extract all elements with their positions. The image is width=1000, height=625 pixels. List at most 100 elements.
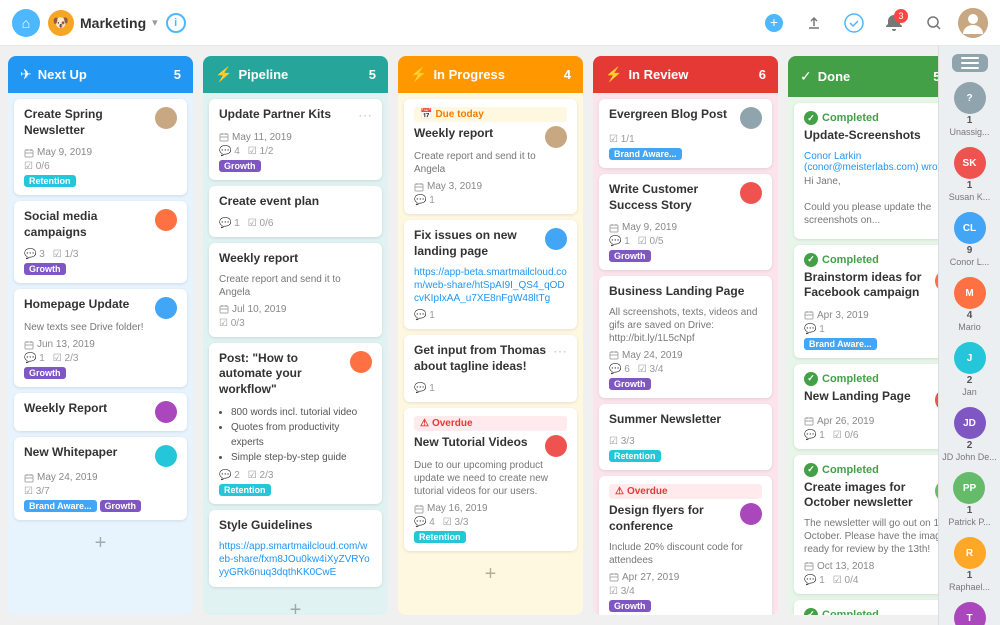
card[interactable]: Style Guidelines https://app.smartmailcl…	[209, 510, 382, 588]
tag: Growth	[609, 378, 651, 390]
sidebar-user-6[interactable]: PP 1 Patrick P...	[948, 472, 990, 527]
card-stats: 💬 1☑ 0/6	[219, 218, 372, 229]
sidebar-user-name: Susan K...	[949, 192, 991, 202]
sidebar-avatar: JD	[954, 407, 986, 439]
search-button[interactable]	[918, 7, 950, 39]
card-tags: Retention	[414, 531, 567, 543]
add-button[interactable]: +	[758, 7, 790, 39]
card[interactable]: Social media campaigns 💬 3☑ 1/3Growth	[14, 201, 187, 283]
card-meta: 💬 1	[414, 310, 567, 321]
check-stat: ☑ 3/7	[24, 486, 50, 497]
sidebar-user-5[interactable]: JD 2 JD John De...	[942, 407, 997, 462]
card-subtitle: All screenshots, texts, videos and gifs …	[609, 306, 762, 345]
project-selector[interactable]: 🐶 Marketing ▾	[48, 10, 158, 36]
card-tags: Growth	[24, 367, 177, 379]
card[interactable]: Post: "How to automate your workflow" 80…	[209, 343, 382, 504]
home-button[interactable]: ⌂	[12, 9, 40, 37]
card[interactable]: Weekly Report	[14, 393, 187, 431]
check-button[interactable]	[838, 7, 870, 39]
card-avatar	[545, 435, 567, 457]
comment-stat: 💬 1	[24, 353, 45, 364]
card-menu-dots[interactable]: ⋯	[553, 343, 567, 360]
col-add-btn-inprogress[interactable]: +	[404, 557, 577, 592]
completed-badge: ✓ Completed	[804, 372, 938, 386]
card-avatar	[155, 297, 177, 319]
check-stat: ☑ 0/6	[24, 161, 50, 172]
card-tags: Brand Aware...Growth	[24, 500, 177, 512]
sidebar-menu-button[interactable]	[952, 54, 988, 72]
card[interactable]: Update Partner Kits ⋯ May 11, 2019 💬 4☑ …	[209, 99, 382, 180]
notifications-button[interactable]: 3	[878, 7, 910, 39]
tag: Growth	[100, 500, 142, 512]
info-button[interactable]: i	[166, 13, 186, 33]
sidebar-avatar: CL	[954, 212, 986, 244]
check-stat: ☑ 0/6	[248, 218, 274, 229]
card[interactable]: Evergreen Blog Post ☑ 1/1Brand Aware...	[599, 99, 772, 168]
col-add-btn-pipeline[interactable]: +	[209, 593, 382, 615]
sidebar-user-8[interactable]: T Timo	[954, 602, 986, 625]
completed-badge: ✓ Completed	[804, 253, 938, 267]
card[interactable]: Fix issues on new landing page https://a…	[404, 220, 577, 329]
card[interactable]: Business Landing Page All screenshots, t…	[599, 276, 772, 398]
tag: Retention	[609, 450, 661, 462]
card[interactable]: Write Customer Success Story May 9, 2019…	[599, 174, 772, 270]
comment-stat: 💬 1	[414, 195, 435, 206]
due-today-banner: 📅Due today	[414, 107, 567, 122]
sidebar-user-1[interactable]: SK 1 Susan K...	[949, 147, 991, 202]
card-stats: 💬 1☑ 0/6	[804, 430, 938, 441]
col-add-btn-nextup[interactable]: +	[14, 526, 187, 561]
sidebar-user-7[interactable]: R 1 Raphael...	[949, 537, 990, 592]
card-meta: Apr 26, 2019 💬 1☑ 0/6	[804, 416, 938, 441]
card-tags: Growth	[219, 160, 372, 172]
card-meta: May 16, 2019 💬 4☑ 3/3Retention	[414, 503, 567, 543]
card-link[interactable]: https://app-beta.smartmailcloud.com/web-…	[414, 266, 567, 305]
card[interactable]: Homepage Update New texts see Drive fold…	[14, 289, 187, 387]
card-meta: Oct 13, 2018 💬 1☑ 0/4	[804, 561, 938, 586]
tag: Growth	[24, 263, 66, 275]
card[interactable]: ⚠Overdue New Tutorial Videos Due to our …	[404, 408, 577, 551]
card[interactable]: ✓ Completed Update-Screenshots ⋯ Conor L…	[794, 103, 938, 239]
sidebar-user-0[interactable]: ? 1 Unassig...	[949, 82, 989, 137]
card[interactable]: Create event plan 💬 1☑ 0/6	[209, 186, 382, 238]
col-title-done: Done	[818, 69, 928, 84]
card[interactable]: Get input from Thomas about tagline idea…	[404, 335, 577, 402]
comment-stat: 💬 6	[609, 364, 630, 375]
card[interactable]: ✓ Completed Create images for October ne…	[794, 455, 938, 594]
card-subtitle: Create report and send it to Angela	[414, 150, 567, 176]
col-count-nextup: 5	[174, 67, 181, 82]
user-avatar[interactable]	[958, 8, 988, 38]
card[interactable]: ⚠Overdue Design flyers for conference In…	[599, 476, 772, 615]
card-title: Social media campaigns	[24, 209, 151, 240]
card-meta: May 11, 2019 💬 4☑ 1/2Growth	[219, 132, 372, 172]
sidebar-user-count: 4	[967, 310, 973, 321]
card[interactable]: ✓ Completed New Landing Page Apr 26, 201…	[794, 364, 938, 449]
card[interactable]: Summer Newsletter ☑ 3/3Retention	[599, 404, 772, 471]
card-title: Fix issues on new landing page	[414, 228, 541, 259]
card-meta: ☑ 1/1Brand Aware...	[609, 134, 762, 160]
card-menu-dots[interactable]: ⋯	[358, 107, 372, 124]
card[interactable]: 📅Due today Weekly report Create report a…	[404, 99, 577, 214]
card-stats: ☑ 0/6	[24, 161, 177, 172]
sidebar-user-4[interactable]: J 2 Jan	[954, 342, 986, 397]
card-title: Design flyers for conference	[609, 503, 736, 534]
card-link[interactable]: https://app.smartmailcloud.com/web-share…	[219, 540, 372, 579]
comment-stat: 💬 1	[804, 430, 825, 441]
check-stat: ☑ 3/4	[638, 364, 664, 375]
card[interactable]: ✓ Completed New-Affiliate Program	[794, 600, 938, 615]
card[interactable]: ✓ Completed Brainstorm ideas for Faceboo…	[794, 245, 938, 358]
sidebar-user-3[interactable]: M 4 Mario	[954, 277, 986, 332]
card-meta: Apr 27, 2019 ☑ 3/4Growth	[609, 572, 762, 612]
card[interactable]: Weekly report Create report and send it …	[209, 243, 382, 337]
card-stats: 💬 4☑ 3/3	[414, 517, 567, 528]
upload-button[interactable]	[798, 7, 830, 39]
sidebar-user-2[interactable]: CL 9 Conor L...	[950, 212, 990, 267]
card-title: New Whitepaper	[24, 445, 151, 461]
card-tags: Growth	[609, 378, 762, 390]
card-title: Brainstorm ideas for Facebook campaign	[804, 270, 931, 301]
card[interactable]: New Whitepaper May 24, 2019 ☑ 3/7Brand A…	[14, 437, 187, 520]
check-stat: ☑ 2/3	[53, 353, 79, 364]
card[interactable]: Create Spring Newsletter May 9, 2019 ☑ 0…	[14, 99, 187, 195]
tag: Retention	[414, 531, 466, 543]
check-stat: ☑ 1/3	[53, 249, 79, 260]
card-meta: ☑ 3/3Retention	[609, 436, 762, 462]
